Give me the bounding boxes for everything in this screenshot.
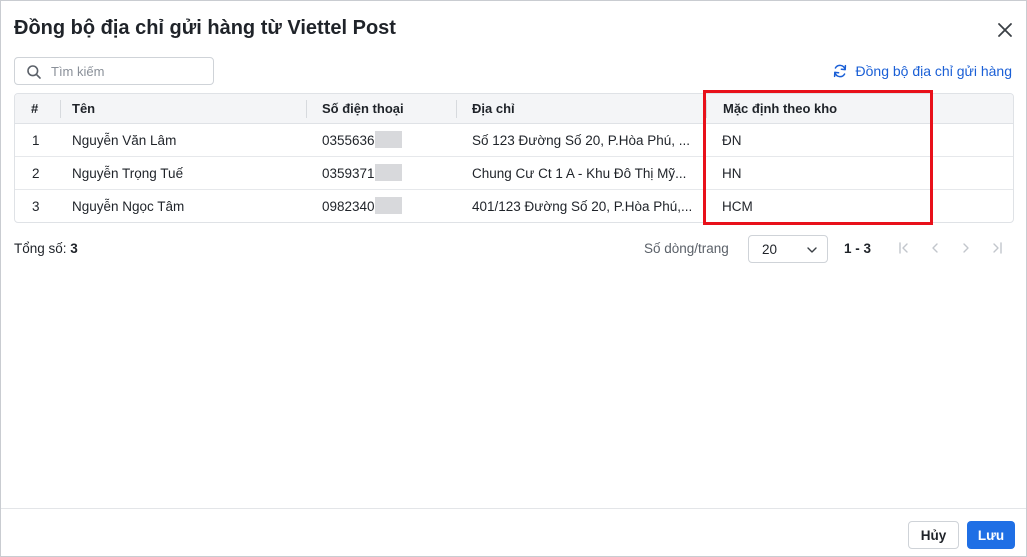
next-page-button[interactable]	[957, 239, 975, 257]
search-icon	[27, 65, 41, 79]
redacted-mask	[374, 197, 402, 215]
last-page-button[interactable]	[988, 239, 1006, 257]
cancel-button[interactable]: Hủy	[908, 521, 959, 549]
chevron-down-icon	[807, 247, 817, 253]
column-divider	[306, 100, 307, 118]
last-page-icon	[993, 242, 1002, 254]
total-value: 3	[70, 241, 78, 256]
row-name: Nguyễn Văn Lâm	[72, 133, 177, 148]
row-phone: 0982340	[322, 190, 402, 222]
row-name: Nguyễn Trọng Tuế	[72, 166, 184, 181]
search-box[interactable]	[14, 57, 214, 85]
row-phone: 0359371	[322, 157, 402, 190]
row-index: 1	[32, 133, 40, 148]
save-button[interactable]: Lưu	[967, 521, 1015, 549]
previous-page-button[interactable]	[926, 239, 944, 257]
total-count: Tổng số: 3	[14, 241, 78, 256]
close-button[interactable]	[993, 18, 1017, 42]
row-address: 401/123 Đường Số 20, P.Hòa Phú,...	[472, 199, 693, 214]
table-row[interactable]: 3 Nguyễn Ngọc Tâm 0982340 401/123 Đường …	[15, 190, 1013, 222]
redacted-mask	[374, 164, 402, 182]
column-divider	[706, 100, 707, 118]
column-header-address: Địa chỉ	[472, 101, 515, 116]
rows-per-page-value: 20	[762, 242, 778, 257]
phone-number: 0359371	[322, 166, 375, 181]
phone-number: 0982340	[322, 199, 375, 214]
total-label: Tổng số:	[14, 241, 67, 256]
close-icon	[998, 23, 1012, 37]
row-warehouse: HN	[722, 166, 742, 181]
page-range: 1 - 3	[844, 241, 872, 256]
first-page-icon	[899, 242, 908, 254]
redacted-mask	[374, 131, 402, 149]
table-row[interactable]: 1 Nguyễn Văn Lâm 0355636 Số 123 Đường Số…	[15, 124, 1013, 157]
row-warehouse: HCM	[722, 199, 753, 214]
row-warehouse: ĐN	[722, 133, 742, 148]
row-phone: 0355636	[322, 124, 402, 157]
column-divider	[456, 100, 457, 118]
first-page-button[interactable]	[895, 239, 913, 257]
footer-divider	[1, 508, 1026, 509]
dialog-title: Đồng bộ địa chỉ gửi hàng từ Viettel Post	[14, 17, 396, 39]
phone-number: 0355636	[322, 133, 375, 148]
address-table: # Tên Số điện thoại Địa chỉ Mặc định the…	[14, 93, 1014, 223]
row-index: 2	[32, 166, 40, 181]
column-divider	[60, 100, 61, 118]
column-header-warehouse-default: Mặc định theo kho	[723, 101, 838, 116]
table-row[interactable]: 2 Nguyễn Trọng Tuế 0359371 Chung Cư Ct 1…	[15, 157, 1013, 190]
rows-per-page-select[interactable]: 20	[748, 235, 828, 263]
refresh-icon	[833, 64, 846, 78]
column-header-phone: Số điện thoại	[322, 101, 404, 116]
sync-address-dialog: Đồng bộ địa chỉ gửi hàng từ Viettel Post…	[0, 0, 1027, 557]
table-header: # Tên Số điện thoại Địa chỉ Mặc định the…	[15, 94, 1013, 124]
rows-per-page-label: Số dòng/trang	[644, 241, 729, 256]
row-address: Chung Cư Ct 1 A - Khu Đô Thị Mỹ...	[472, 166, 687, 181]
column-header-name: Tên	[72, 101, 96, 116]
row-address: Số 123 Đường Số 20, P.Hòa Phú, ...	[472, 133, 691, 148]
row-name: Nguyễn Ngọc Tâm	[72, 199, 185, 214]
row-index: 3	[32, 199, 40, 214]
chevron-right-icon	[963, 243, 969, 253]
sync-address-link[interactable]: Đồng bộ địa chỉ gửi hàng	[832, 63, 1012, 79]
sync-address-label: Đồng bộ địa chỉ gửi hàng	[855, 63, 1012, 79]
chevron-left-icon	[932, 243, 938, 253]
column-header-index: #	[31, 101, 39, 116]
search-input[interactable]	[51, 62, 209, 80]
